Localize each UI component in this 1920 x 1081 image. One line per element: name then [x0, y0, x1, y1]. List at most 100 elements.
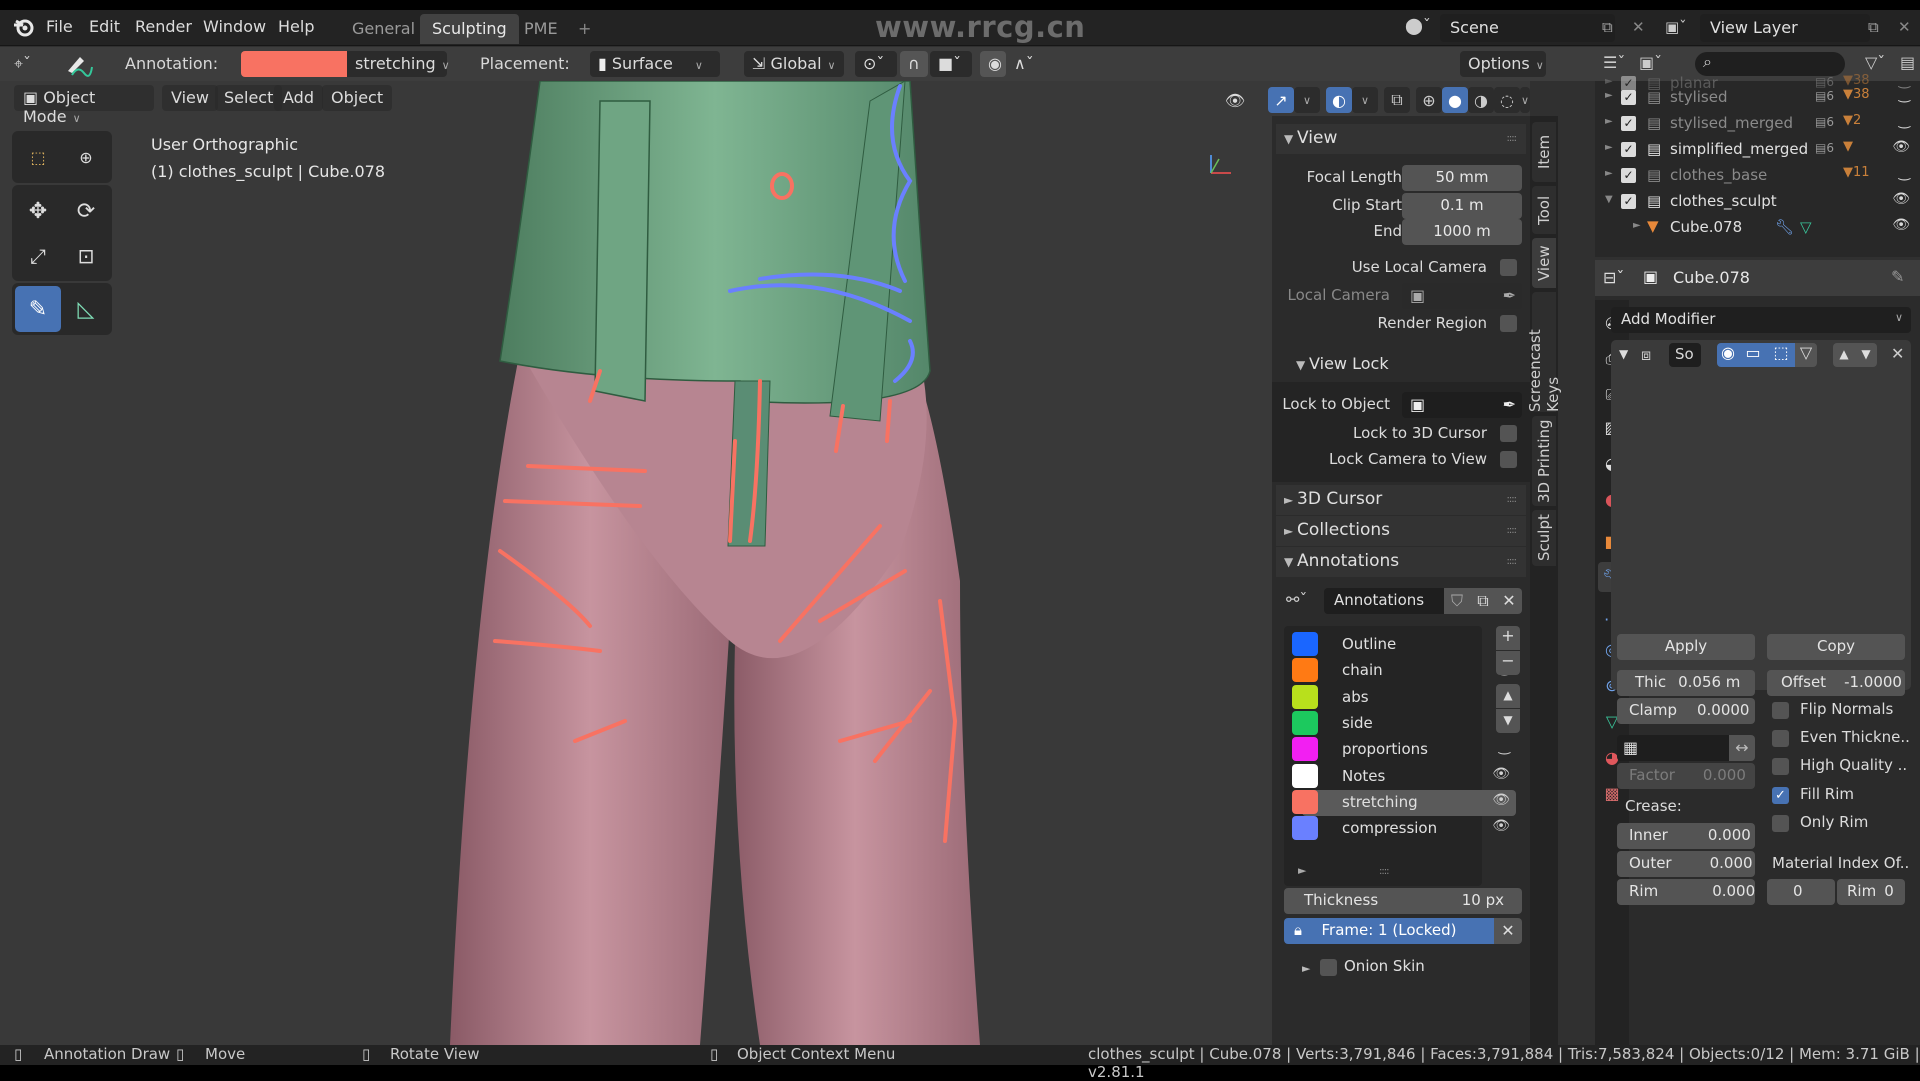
- frame-locked-button[interactable]: 🔒︎ Frame: 1 (Locked): [1284, 918, 1494, 944]
- layer-color-swatch[interactable]: [1292, 816, 1318, 841]
- view-layer-selector[interactable]: View Layer: [1700, 14, 1870, 42]
- pin-icon[interactable]: ✎: [1891, 267, 1904, 286]
- annotation-layer-row[interactable]: Outline‿: [1292, 632, 1516, 658]
- select-box-tool-icon[interactable]: ⬚: [15, 134, 61, 180]
- remove-modifier-icon[interactable]: ✕: [1891, 344, 1904, 363]
- close-scene-icon[interactable]: ✕: [1632, 18, 1645, 36]
- blender-logo-icon[interactable]: [12, 16, 34, 38]
- shading-chevron-icon[interactable]: ∨: [1520, 87, 1530, 113]
- view-layer-icon[interactable]: ▣ˇ: [1665, 18, 1687, 36]
- move-down-icon[interactable]: ▼: [1855, 343, 1877, 367]
- eye-closed-icon[interactable]: ‿: [1899, 87, 1910, 103]
- gizmo-toggle-icon[interactable]: ↗: [1268, 87, 1294, 113]
- wireframe-shading-icon[interactable]: ⊕: [1416, 87, 1442, 113]
- offset-field[interactable]: Offset -1.0000: [1767, 670, 1905, 696]
- eyedropper-icon[interactable]: ✒: [1503, 286, 1516, 305]
- annotation-datablock-icon[interactable]: ⚯ˇ: [1286, 590, 1307, 609]
- move-layer-down-icon[interactable]: ▼: [1496, 709, 1520, 733]
- tab-screencast-keys[interactable]: Screencast Keys: [1526, 292, 1562, 412]
- remove-layer-icon[interactable]: −: [1496, 651, 1520, 675]
- menu-file[interactable]: File: [46, 17, 73, 36]
- render-toggle-camera-icon[interactable]: ◉: [1717, 343, 1739, 367]
- annotation-layer-row[interactable]: side‿: [1292, 710, 1516, 737]
- material-shading-icon[interactable]: ◑: [1468, 87, 1494, 113]
- drag-handle-icon[interactable]: ::::: [1507, 133, 1518, 144]
- view-panel-header[interactable]: ▼ View::::: [1276, 124, 1526, 154]
- delete-frame-icon[interactable]: ✕: [1494, 918, 1522, 944]
- flip-normals-checkbox[interactable]: [1772, 702, 1789, 719]
- copy-button[interactable]: Copy: [1767, 634, 1905, 660]
- high-quality-checkbox[interactable]: [1772, 758, 1789, 775]
- collapsed-arrow-icon[interactable]: ►: [1633, 220, 1641, 231]
- new-view-layer-icon[interactable]: ⧉: [1868, 18, 1879, 36]
- tab-3d-printing[interactable]: 3D Printing: [1532, 416, 1556, 506]
- focal-length-field[interactable]: 50 mm: [1402, 165, 1522, 191]
- exclude-checkbox[interactable]: ✓: [1621, 168, 1636, 183]
- solid-shading-icon[interactable]: ●: [1442, 87, 1468, 113]
- render-region-checkbox[interactable]: [1500, 315, 1517, 332]
- menu-edit[interactable]: Edit: [89, 17, 120, 36]
- eye-open-icon[interactable]: 👁︎: [1492, 818, 1510, 834]
- outliner-row[interactable]: ► ✓ ▤ simplified_merged ▤6 ▼ 👁︎: [1595, 137, 1920, 163]
- proportional-edit-toggle[interactable]: ◉: [980, 51, 1006, 77]
- options-dropdown[interactable]: Options ∨: [1460, 51, 1546, 77]
- layer-color-swatch[interactable]: [1292, 658, 1318, 683]
- visibility-icon[interactable]: 👁︎: [1222, 87, 1248, 113]
- eye-open-icon[interactable]: 👁︎: [1892, 139, 1910, 155]
- editor-type-icon[interactable]: ⌖ˇ: [14, 54, 31, 74]
- layer-color-swatch[interactable]: [1292, 763, 1318, 788]
- tab-general[interactable]: General: [340, 14, 427, 44]
- layer-color-swatch[interactable]: [1292, 737, 1318, 762]
- rotate-tool-icon[interactable]: ⟳: [63, 188, 109, 234]
- scene-icon[interactable]: ⬤ˇ: [1405, 16, 1431, 35]
- tab-view[interactable]: View: [1532, 238, 1556, 288]
- tab-sculpting[interactable]: Sculpting: [420, 14, 519, 44]
- collapse-arrow-icon[interactable]: ▼: [1619, 347, 1628, 361]
- filter-icon[interactable]: ▽ˇ: [1865, 53, 1885, 72]
- exclude-checkbox[interactable]: ✓: [1621, 90, 1636, 105]
- layer-color-swatch[interactable]: [1292, 710, 1318, 735]
- layer-color-swatch[interactable]: [1292, 684, 1318, 709]
- drag-handle-icon[interactable]: ::::: [1507, 556, 1518, 567]
- viewport-menu-object[interactable]: Object: [322, 85, 393, 111]
- eyedropper-icon[interactable]: ✒: [1503, 395, 1516, 414]
- apply-button[interactable]: Apply: [1617, 634, 1755, 660]
- annotation-layer-row[interactable]: abs‿: [1292, 684, 1516, 711]
- material-rim-field[interactable]: Rim 0: [1837, 879, 1905, 905]
- exclude-checkbox[interactable]: ✓: [1621, 194, 1636, 209]
- overlays-chevron-icon[interactable]: ∨: [1352, 87, 1378, 113]
- xray-toggle-icon[interactable]: ⧉: [1384, 87, 1410, 113]
- annotation-layer-row[interactable]: proportions ‿: [1292, 737, 1516, 763]
- transform-tool-icon[interactable]: ⊡: [63, 233, 109, 279]
- viewport-menu-select[interactable]: Select: [215, 85, 283, 111]
- collapsed-arrow-icon[interactable]: ►: [1605, 142, 1613, 153]
- lock-to-object-field[interactable]: ▣ ✒: [1402, 392, 1522, 418]
- tab-tool[interactable]: Tool: [1532, 186, 1556, 234]
- placement-dropdown[interactable]: ▮ Surface ∨: [590, 51, 720, 77]
- drag-handle-icon[interactable]: ::::: [1507, 494, 1518, 505]
- drag-handle-icon[interactable]: ::::: [1507, 525, 1518, 536]
- list-filter-arrow-icon[interactable]: ►: [1298, 864, 1306, 877]
- overlays-toggle-icon[interactable]: ◐: [1326, 87, 1352, 113]
- rim-crease-field[interactable]: Rim 0.000: [1617, 879, 1755, 905]
- add-modifier-dropdown[interactable]: Add Modifier ∨: [1611, 307, 1911, 333]
- outliner-row[interactable]: ► ▼ 🔧︎ ▽ Cube.078 👁︎: [1595, 215, 1920, 241]
- outliner-row[interactable]: ► ✓ ▤ stylised ▤6 ▼38 ‿: [1595, 85, 1920, 111]
- measure-tool-icon[interactable]: ◺: [63, 286, 109, 332]
- layer-color-swatch[interactable]: [1292, 789, 1318, 814]
- menu-help[interactable]: Help: [278, 17, 314, 36]
- collapsed-arrow-icon[interactable]: ►: [1605, 168, 1613, 179]
- annotation-layer-row[interactable]: Notes 👁︎: [1292, 763, 1516, 790]
- annotation-layer-row[interactable]: stretching 👁︎: [1292, 789, 1516, 816]
- eye-open-icon[interactable]: 👁︎: [1492, 792, 1510, 808]
- unlink-datablock-icon[interactable]: ✕: [1496, 588, 1522, 614]
- eye-open-icon[interactable]: 👁︎: [1492, 766, 1510, 782]
- eye-closed-icon[interactable]: ‿: [1499, 739, 1510, 755]
- even-thickness-checkbox[interactable]: [1772, 730, 1789, 747]
- collapsed-arrow-icon[interactable]: ►: [1605, 116, 1613, 127]
- menu-window[interactable]: Window: [203, 17, 266, 36]
- add-workspace-button[interactable]: +: [566, 14, 603, 44]
- only-rim-checkbox[interactable]: [1772, 815, 1789, 832]
- viewport-menu-view[interactable]: View: [162, 85, 218, 111]
- vertex-group-field[interactable]: ▦: [1617, 735, 1729, 761]
